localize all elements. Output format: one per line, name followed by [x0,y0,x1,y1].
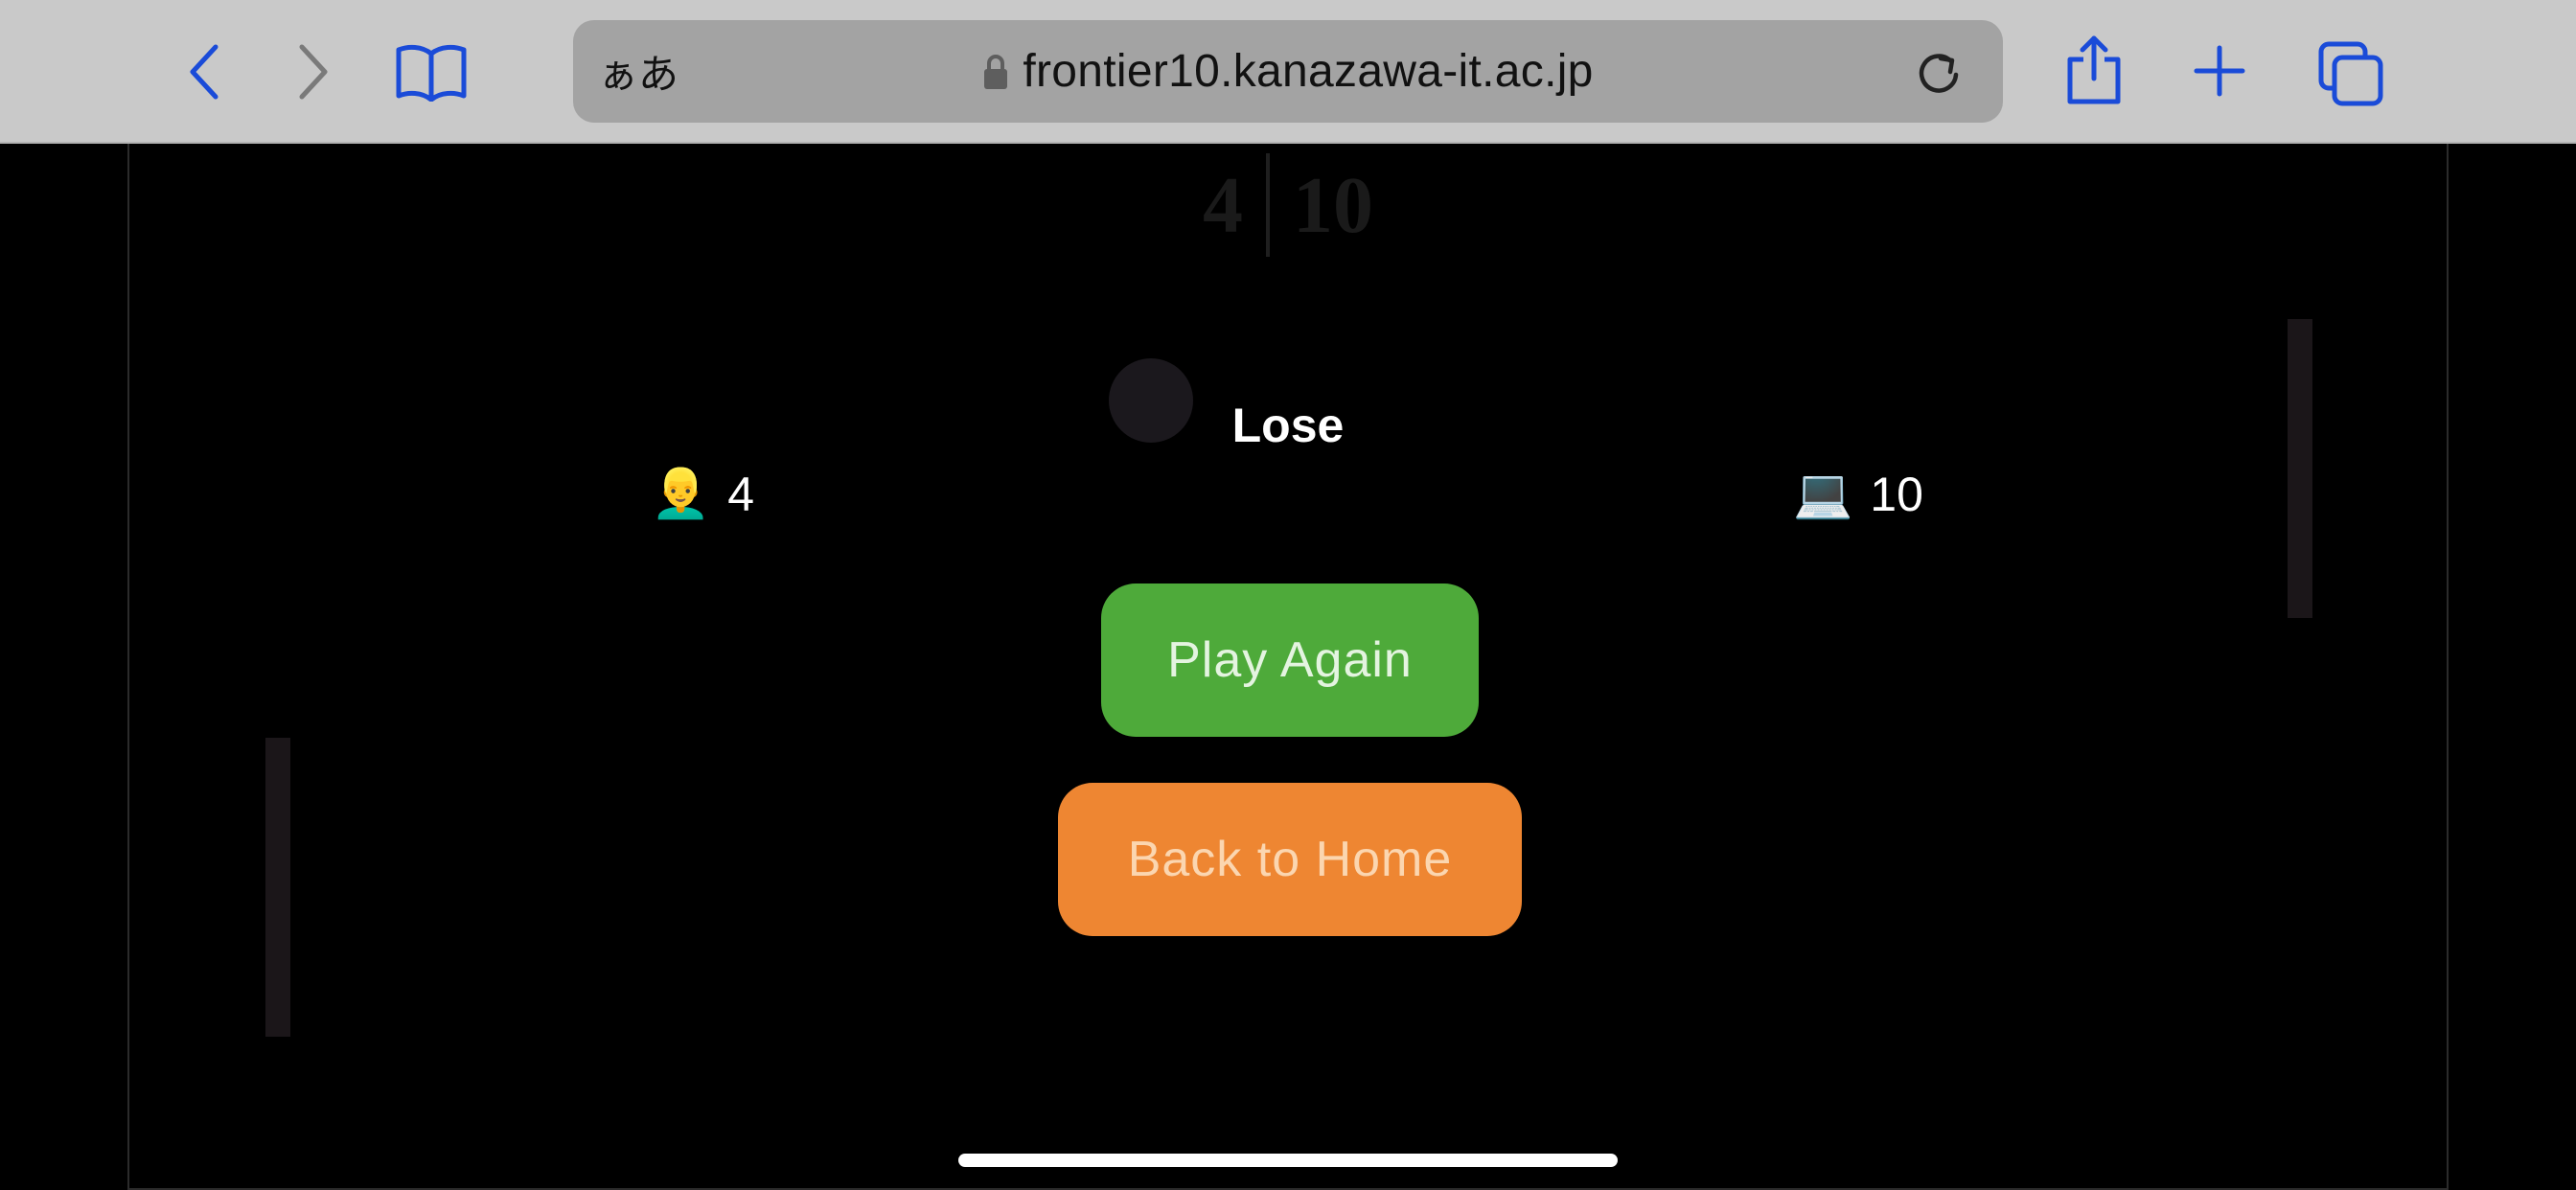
background-score-computer: 10 [1293,160,1373,250]
reload-icon [1919,54,1959,93]
play-again-button[interactable]: Play Again [1101,584,1479,737]
computer-paddle [2288,319,2312,618]
plus-icon [2194,45,2245,97]
game-canvas[interactable]: 4 10 Lose 👱‍♂️ 4 💻 10 Play Again Back to… [127,144,2449,1190]
player-score: 👱‍♂️ 4 [651,466,754,522]
chevron-right-icon [299,44,328,100]
scoreboard-divider [1266,153,1270,257]
url-text: frontier10.kanazawa-it.ac.jp [1023,46,1594,97]
result-text: Lose [1231,399,1345,452]
url-display[interactable]: frontier10.kanazawa-it.ac.jp [573,20,2003,123]
lock-icon [984,54,1008,89]
chevron-left-icon [190,44,218,100]
laptop-emoji-icon: 💻 [1793,467,1853,520]
forward-button[interactable] [289,38,337,105]
computer-score-value: 10 [1870,467,1923,521]
player-score-value: 4 [727,467,755,521]
new-tab-button[interactable] [2191,42,2248,100]
book-icon [396,44,467,102]
share-icon [2067,35,2121,104]
share-button[interactable] [2060,33,2128,109]
player-paddle[interactable] [265,738,290,1037]
tabs-icon [2318,41,2383,106]
background-score-player: 4 [1203,160,1243,250]
back-to-home-button[interactable]: Back to Home [1058,783,1522,936]
background-scoreboard: 4 10 [129,153,2447,257]
computer-score: 💻 10 [1793,466,1923,522]
player-emoji-icon: 👱‍♂️ [651,467,711,520]
home-indicator[interactable] [958,1154,1618,1167]
tabs-overview-button[interactable] [2315,38,2386,109]
bookmarks-button[interactable] [393,38,470,105]
reload-button[interactable] [1915,49,1963,97]
back-button[interactable] [180,38,228,105]
browser-toolbar: ぁあ frontier10.kanazawa-it.ac.jp [0,0,2576,144]
address-bar[interactable]: ぁあ frontier10.kanazawa-it.ac.jp [573,20,2003,123]
